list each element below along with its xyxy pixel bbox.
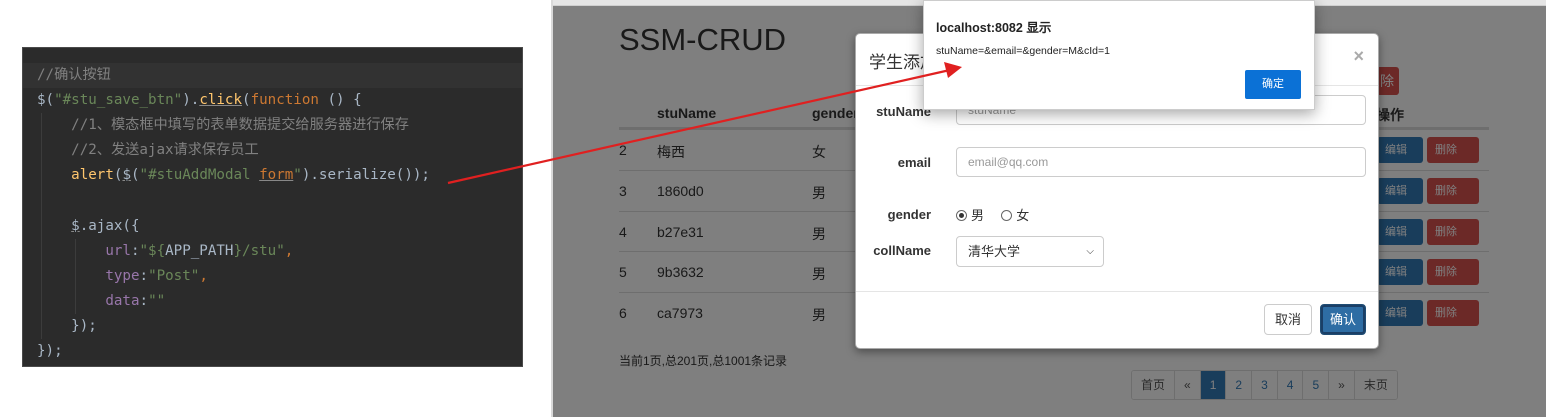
code-editor-panel: //确认按钮 $("#stu_save_btn").click(function… [22, 47, 523, 367]
code-line: url:"${APP_PATH}/stu", [23, 238, 522, 264]
code-line [23, 188, 522, 214]
gender-male-label: 男 [971, 208, 985, 223]
alert-dialog: localhost:8082 显示 stuName=&email=&gender… [923, 0, 1315, 110]
close-icon[interactable]: × [1353, 46, 1364, 67]
college-select[interactable]: 清华大学 ⌵ [956, 236, 1104, 267]
code-line: //2、发送ajax请求保存员工 [23, 138, 522, 164]
email-input[interactable]: email@qq.com [956, 147, 1366, 177]
code-line: $.ajax({ [23, 213, 522, 239]
gender-radio-group: 男 女 [956, 205, 1029, 224]
college-select-value: 清华大学 [968, 244, 1021, 259]
modal-footer: 取消 确认 [856, 291, 1378, 349]
code-line: //确认按钮 [23, 63, 522, 89]
gender-male-radio[interactable] [956, 210, 967, 221]
code-line: alert($("#stuAddModal form").serialize()… [23, 163, 522, 189]
code-line: }); [37, 343, 63, 360]
collname-label: collName [873, 243, 931, 258]
alert-title: localhost:8082 显示 [936, 21, 1052, 35]
confirm-button[interactable]: 确认 [1320, 304, 1366, 335]
gender-female-radio[interactable] [1001, 210, 1013, 221]
code-line: }); [23, 313, 522, 340]
email-label: email [897, 155, 931, 170]
stuname-label: stuName [876, 104, 931, 119]
code-line: type:"Post", [23, 263, 522, 289]
code-line: $("#stu_save_btn").click(function () { [37, 92, 362, 109]
code-line: data:"" [23, 288, 522, 314]
browser-page: SSM-CRUD 除 操作 stuName gender 2 梅西 女 编辑 删… [551, 0, 1546, 417]
code-line: //1、模态框中填写的表单数据提交给服务器进行保存 [23, 113, 522, 139]
alert-message: stuName=&email=&gender=M&cId=1 [936, 45, 1110, 57]
cancel-button[interactable]: 取消 [1264, 304, 1312, 335]
alert-ok-button[interactable]: 确定 [1245, 70, 1301, 99]
gender-female-label: 女 [1016, 208, 1030, 223]
gender-label: gender [887, 207, 931, 222]
chevron-down-icon: ⌵ [1086, 246, 1094, 257]
